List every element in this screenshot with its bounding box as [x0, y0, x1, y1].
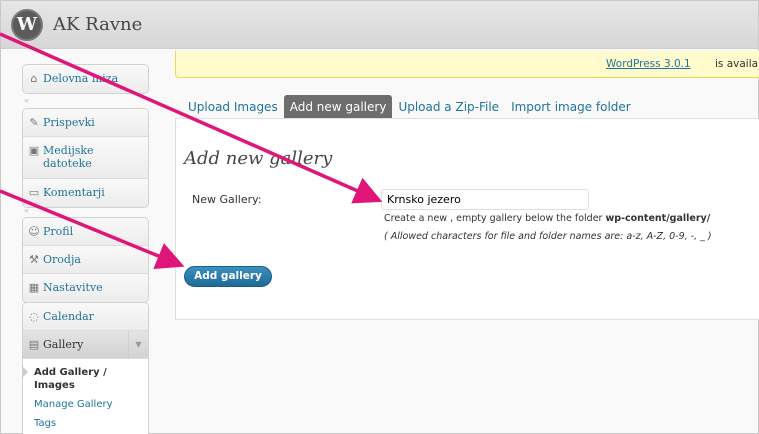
help-prefix: Create a new , empty gallery below the f… — [384, 213, 603, 224]
menu-plugins-block: ◌ Calendar ▤ Gallery ▼ Add Gallery / Ima… — [22, 302, 149, 434]
menu-item-calendar[interactable]: ◌ Calendar — [23, 303, 148, 331]
calendar-icon: ◌ — [29, 310, 39, 323]
submenu-label-line2: Images — [34, 380, 75, 391]
comment-icon: ▭ — [28, 186, 40, 199]
menu-item-tools[interactable]: ⚒ Orodja — [23, 246, 148, 274]
submenu-item-add-gallery[interactable]: Add Gallery / Images — [23, 363, 148, 395]
menu-item-label: Nastavitve — [43, 281, 103, 294]
allowed-characters-note: ( Allowed characters for file and folder… — [384, 231, 712, 242]
menu-item-posts[interactable]: ✎ Prispevki — [23, 109, 148, 137]
page-title: Add new gallery — [184, 148, 333, 169]
add-gallery-button[interactable]: Add gallery — [184, 266, 272, 287]
admin-header: W AK Ravne — [1, 1, 758, 49]
update-notice-text: is available — [715, 58, 759, 70]
tab-add-new-gallery[interactable]: Add new gallery — [283, 95, 393, 119]
chevron-down-icon[interactable]: ▼ — [128, 331, 148, 359]
tab-upload-images[interactable]: Upload Images — [182, 95, 284, 119]
submenu-label-line1: Add Gallery / — [34, 367, 107, 378]
help-path: wp-content/gallery/ — [605, 213, 711, 224]
pin-icon: ✎ — [29, 116, 39, 129]
menu-item-label: Calendar — [43, 310, 94, 323]
new-gallery-label: New Gallery: — [192, 193, 262, 206]
menu-dashboard-block: ⌂ Delovna miza — [22, 64, 149, 94]
help-text: Create a new , empty gallery below the f… — [384, 213, 710, 224]
menu-item-gallery[interactable]: ▤ Gallery ▼ — [23, 331, 148, 359]
gallery-submenu: Add Gallery / Images Manage Gallery Tags — [23, 359, 148, 434]
home-icon: ⌂ — [30, 72, 38, 85]
menu-item-settings[interactable]: ▦ Nastavitve — [23, 274, 148, 302]
gallery-name-input[interactable] — [381, 189, 589, 210]
menu-item-label-line2: datoteke — [43, 157, 92, 170]
menu-item-comments[interactable]: ▭ Komentarji — [23, 179, 148, 207]
menu-content-block: ✎ Prispevki ▣ Medijske datoteke ▭ Koment… — [22, 108, 149, 208]
tab-import-folder[interactable]: Import image folder — [505, 95, 637, 119]
gallery-tabs: Upload Images Add new gallery Upload a Z… — [182, 95, 637, 119]
menu-item-label: Delovna miza — [43, 72, 119, 85]
menu-item-media[interactable]: ▣ Medijske datoteke — [23, 137, 148, 179]
menu-item-label-line1: Medijske — [43, 144, 94, 157]
menu-item-profile[interactable]: ☺ Profil — [23, 218, 148, 246]
menu-admin-block: ☺ Profil ⚒ Orodja ▦ Nastavitve — [22, 217, 149, 303]
menu-item-dashboard[interactable]: ⌂ Delovna miza — [23, 65, 148, 93]
menu-item-label: Komentarji — [43, 186, 105, 199]
update-link[interactable]: WordPress 3.0.1 — [606, 58, 691, 70]
menu-item-label: Orodja — [43, 253, 81, 266]
site-title[interactable]: AK Ravne — [53, 14, 142, 35]
wordpress-logo-icon[interactable]: W — [11, 9, 43, 41]
gallery-icon: ▤ — [28, 338, 40, 351]
media-icon: ▣ — [28, 144, 40, 157]
submenu-item-tags[interactable]: Tags — [23, 414, 148, 433]
menu-separator: « — [24, 206, 29, 215]
menu-item-label: Gallery — [43, 338, 84, 351]
update-notice: WordPress 3.0.1 is available — [175, 51, 759, 78]
users-icon: ☺ — [28, 225, 40, 238]
menu-item-label: Prispevki — [43, 116, 95, 129]
tools-icon: ⚒ — [29, 253, 39, 266]
menu-separator: « — [24, 96, 29, 105]
menu-item-label: Profil — [43, 225, 74, 238]
settings-icon: ▦ — [28, 281, 40, 294]
submenu-item-manage-gallery[interactable]: Manage Gallery — [23, 395, 148, 414]
tab-upload-zip[interactable]: Upload a Zip-File — [392, 95, 505, 119]
